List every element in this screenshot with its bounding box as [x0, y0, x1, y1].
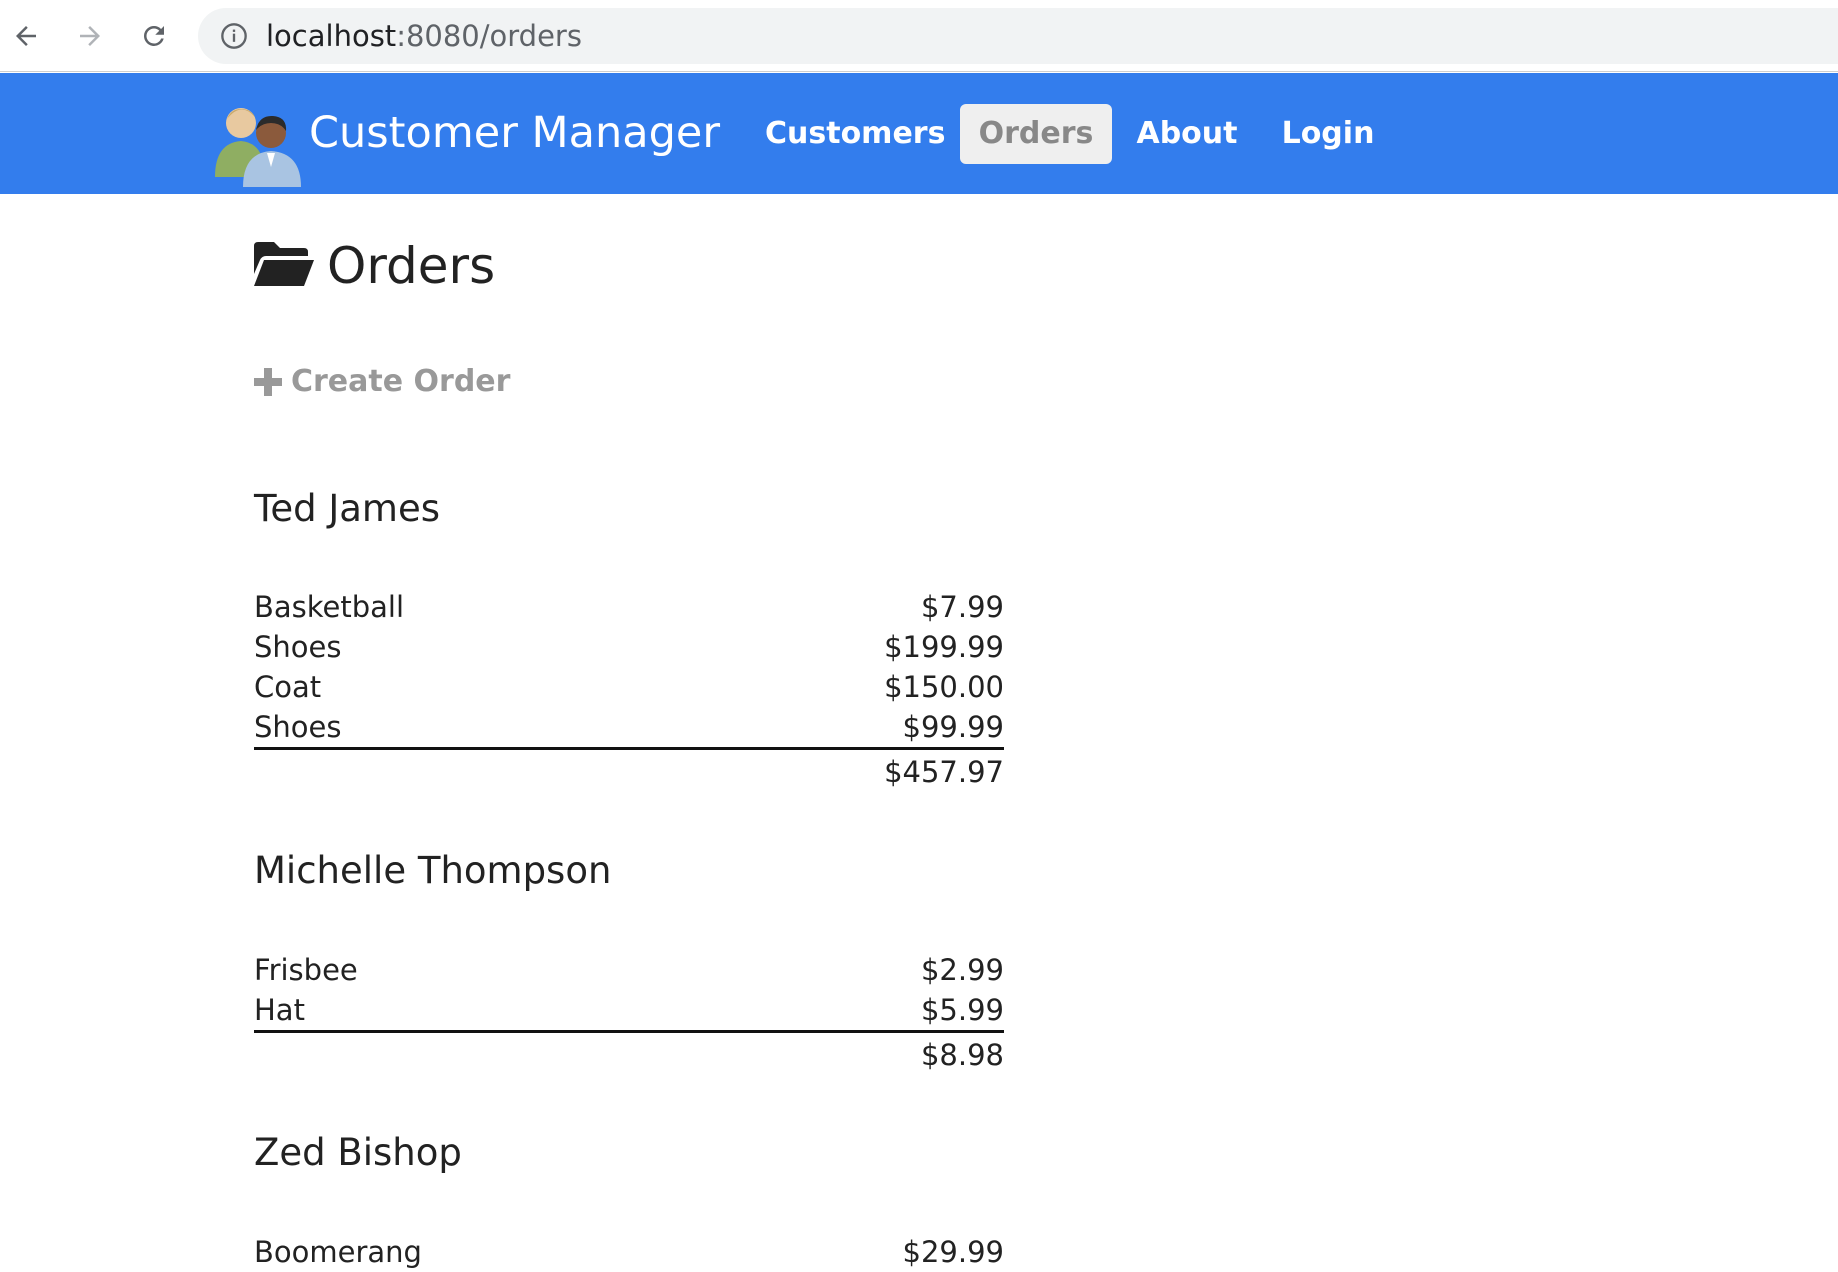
browser-toolbar: localhost:8080/orders — [0, 0, 1838, 72]
url-host: localhost — [266, 19, 397, 53]
product-name: Frisbee — [254, 953, 358, 987]
address-bar[interactable]: localhost:8080/orders — [198, 8, 1838, 64]
order-row: Hat $5.99 — [254, 990, 1004, 1030]
forward-button[interactable] — [66, 12, 114, 60]
product-price: $150.00 — [884, 670, 1004, 704]
nav-about[interactable]: About — [1130, 104, 1244, 164]
customer-name: Ted James — [254, 487, 440, 530]
arrow-left-icon — [16, 26, 36, 46]
order-total: $457.97 — [884, 755, 1004, 789]
product-price: $7.99 — [920, 590, 1004, 624]
url-text[interactable]: localhost:8080/orders — [266, 8, 582, 64]
order-row: Basketball $7.99 — [254, 587, 1004, 627]
users-icon[interactable] — [211, 97, 307, 187]
product-price: $199.99 — [884, 630, 1004, 664]
product-price: $99.99 — [902, 710, 1004, 744]
product-price: $2.99 — [920, 953, 1004, 987]
page-title: Orders — [327, 237, 496, 295]
total-divider — [254, 747, 1004, 750]
plus-icon — [254, 368, 282, 396]
app-navbar: Customer Manager Customers Orders About … — [0, 73, 1838, 194]
product-name: Boomerang — [254, 1235, 422, 1269]
arrow-right-icon — [80, 26, 100, 46]
back-button[interactable] — [2, 12, 50, 60]
total-divider — [254, 1030, 1004, 1033]
order-row: Frisbee $2.99 — [254, 950, 1004, 990]
url-path: :8080/orders — [396, 19, 582, 53]
info-icon[interactable] — [220, 22, 248, 50]
reload-icon — [144, 26, 164, 46]
product-price: $5.99 — [920, 993, 1004, 1027]
product-name: Hat — [254, 993, 305, 1027]
order-row: Shoes $199.99 — [254, 627, 1004, 667]
product-price: $29.99 — [902, 1235, 1004, 1269]
product-name: Coat — [254, 670, 322, 704]
order-row: Boomerang $29.99 — [254, 1232, 1004, 1272]
product-name: Shoes — [254, 710, 342, 744]
customer-name: Zed Bishop — [254, 1131, 462, 1174]
product-name: Basketball — [254, 590, 405, 624]
customer-name: Michelle Thompson — [254, 849, 612, 892]
reload-button[interactable] — [130, 12, 178, 60]
nav-customers[interactable]: Customers — [765, 104, 945, 164]
nav-orders[interactable]: Orders — [960, 104, 1112, 164]
order-row: Coat $150.00 — [254, 667, 1004, 707]
nav-login[interactable]: Login — [1278, 104, 1378, 164]
create-order-label: Create Order — [291, 364, 511, 399]
folder-open-icon — [254, 242, 314, 286]
brand-title[interactable]: Customer Manager — [309, 73, 720, 194]
order-total: $8.98 — [920, 1038, 1004, 1072]
product-name: Shoes — [254, 630, 342, 664]
order-row: Shoes $99.99 — [254, 707, 1004, 747]
